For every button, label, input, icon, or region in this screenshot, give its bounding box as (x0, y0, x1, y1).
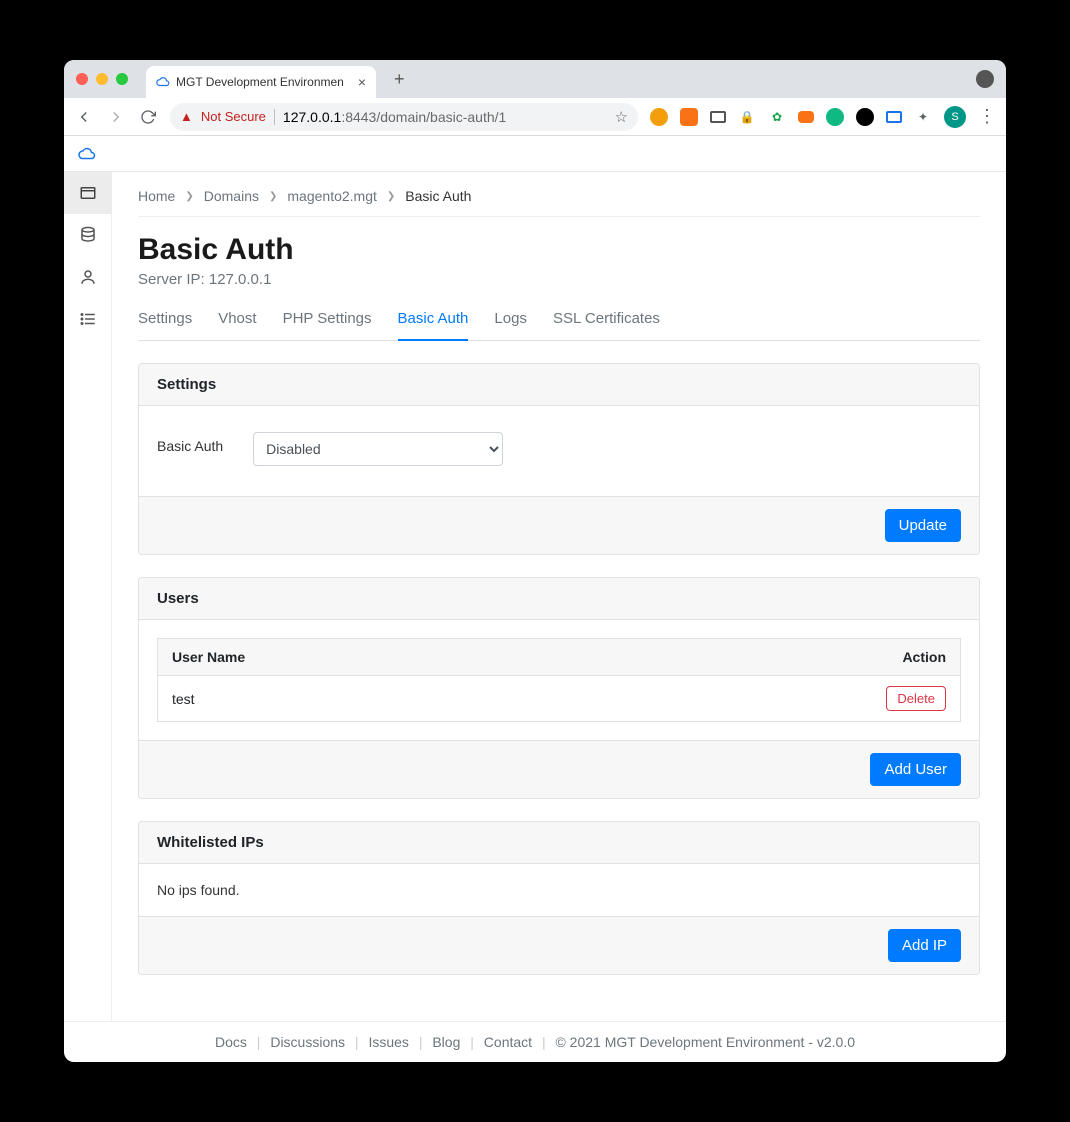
extension-icon[interactable] (680, 108, 698, 126)
browser-tab[interactable]: MGT Development Environmen × (146, 66, 376, 98)
table-row: test Delete (158, 676, 961, 722)
extension-icon[interactable] (856, 108, 874, 126)
new-tab-button[interactable]: + (390, 65, 409, 94)
extension-icon[interactable]: ✿ (768, 108, 786, 126)
back-button[interactable] (74, 108, 94, 126)
extension-icon[interactable] (826, 108, 844, 126)
panel-heading: Whitelisted IPs (139, 822, 979, 864)
extension-icon[interactable] (886, 111, 902, 123)
tab-ssl-certificates[interactable]: SSL Certificates (553, 310, 660, 340)
panel-heading: Settings (139, 364, 979, 406)
incognito-icon (976, 70, 994, 88)
panel-heading: Users (139, 578, 979, 620)
extension-icon[interactable] (798, 111, 814, 123)
sidebar-item-users[interactable] (64, 256, 112, 298)
basic-auth-select[interactable]: Disabled (253, 432, 503, 466)
top-strip (64, 136, 1006, 172)
extension-icon[interactable] (650, 108, 668, 126)
update-button[interactable]: Update (885, 509, 961, 542)
extensions: 🔒 ✿ ✦ S ⋮ (650, 106, 996, 128)
extension-icon[interactable] (710, 111, 726, 123)
sidebar-item-databases[interactable] (64, 214, 112, 256)
url-input[interactable]: ▲ Not Secure 127.0.0.1:8443/domain/basic… (170, 103, 638, 131)
tab-php-settings[interactable]: PHP Settings (283, 310, 372, 340)
chevron-right-icon: ❯ (387, 191, 395, 202)
col-username: User Name (158, 639, 861, 676)
extensions-puzzle-icon[interactable]: ✦ (914, 108, 932, 126)
settings-panel: Settings Basic Auth Disabled Update (138, 363, 980, 555)
users-panel: Users User Name Action tes (138, 577, 980, 799)
whitelisted-ips-panel: Whitelisted IPs No ips found. Add IP (138, 821, 980, 975)
tab-title: MGT Development Environmen (176, 75, 344, 89)
sidebar-item-domains[interactable] (64, 172, 112, 214)
sidebar-item-services[interactable] (64, 298, 112, 340)
page-title: Basic Auth (138, 233, 980, 267)
footer-link-blog[interactable]: Blog (432, 1034, 460, 1050)
bookmark-icon[interactable]: ☆ (615, 108, 628, 126)
extension-icon[interactable]: 🔒 (738, 108, 756, 126)
cloud-icon (78, 145, 96, 163)
minimize-window-button[interactable] (96, 73, 108, 85)
sidebar (64, 172, 112, 1021)
chevron-right-icon: ❯ (185, 191, 193, 202)
security-status: Not Secure (201, 109, 266, 124)
divider (274, 109, 275, 125)
warning-icon: ▲ (180, 109, 193, 124)
app-viewport: Home ❯ Domains ❯ magento2.mgt ❯ Basic Au… (64, 136, 1006, 1062)
close-tab-icon[interactable]: × (358, 74, 366, 90)
forward-button[interactable] (106, 108, 126, 126)
empty-state: No ips found. (139, 864, 979, 916)
cell-username: test (158, 676, 861, 722)
footer-link-discussions[interactable]: Discussions (270, 1034, 345, 1050)
delete-button[interactable]: Delete (886, 686, 946, 711)
tab-bar: Settings Vhost PHP Settings Basic Auth L… (138, 310, 980, 341)
cloud-icon (156, 75, 170, 89)
add-ip-button[interactable]: Add IP (888, 929, 961, 962)
browser-window: MGT Development Environmen × + ▲ Not Sec… (64, 60, 1006, 1062)
breadcrumb-link[interactable]: magento2.mgt (287, 188, 377, 204)
close-window-button[interactable] (76, 73, 88, 85)
footer-copyright: © 2021 MGT Development Environment - v2.… (555, 1034, 855, 1050)
breadcrumb-link[interactable]: Home (138, 188, 175, 204)
add-user-button[interactable]: Add User (870, 753, 961, 786)
menu-icon[interactable]: ⋮ (978, 106, 996, 127)
maximize-window-button[interactable] (116, 73, 128, 85)
footer-link-issues[interactable]: Issues (368, 1034, 408, 1050)
main-content: Home ❯ Domains ❯ magento2.mgt ❯ Basic Au… (112, 172, 1006, 1021)
reload-button[interactable] (138, 109, 158, 125)
basic-auth-label: Basic Auth (157, 432, 223, 454)
window-titlebar: MGT Development Environmen × + (64, 60, 1006, 98)
address-bar: ▲ Not Secure 127.0.0.1:8443/domain/basic… (64, 98, 1006, 136)
tab-logs[interactable]: Logs (494, 310, 527, 340)
window-controls (76, 73, 128, 85)
breadcrumb: Home ❯ Domains ❯ magento2.mgt ❯ Basic Au… (138, 188, 980, 217)
footer-link-contact[interactable]: Contact (484, 1034, 532, 1050)
breadcrumb-link[interactable]: Domains (204, 188, 259, 204)
col-action: Action (861, 639, 961, 676)
page-subtitle: Server IP: 127.0.0.1 (138, 271, 980, 288)
tab-basic-auth[interactable]: Basic Auth (398, 310, 469, 341)
footer: Docs | Discussions | Issues | Blog | Con… (64, 1021, 1006, 1062)
tab-settings[interactable]: Settings (138, 310, 192, 340)
tab-vhost[interactable]: Vhost (218, 310, 256, 340)
url-text: 127.0.0.1:8443/domain/basic-auth/1 (283, 109, 506, 125)
profile-avatar[interactable]: S (944, 106, 966, 128)
chevron-right-icon: ❯ (269, 191, 277, 202)
breadcrumb-current: Basic Auth (405, 188, 471, 204)
users-table: User Name Action test Delete (157, 638, 961, 722)
footer-link-docs[interactable]: Docs (215, 1034, 247, 1050)
